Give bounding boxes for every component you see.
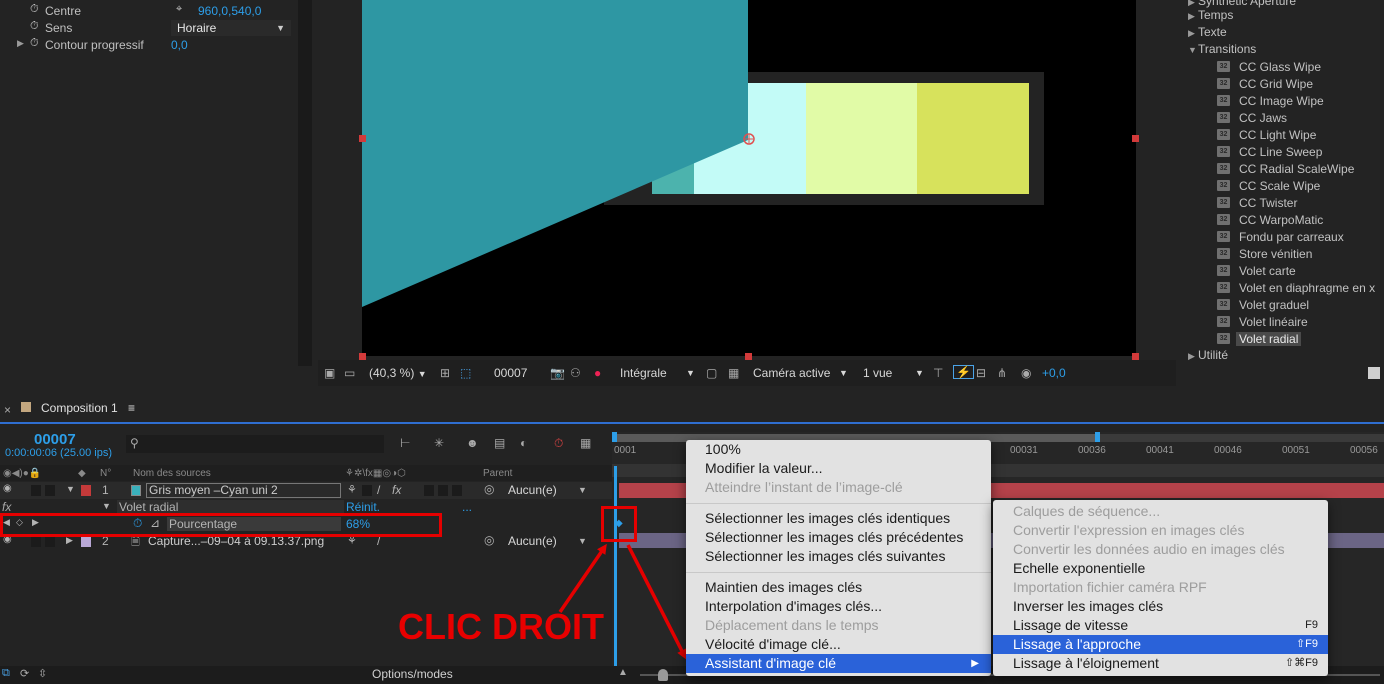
menu-item[interactable]: Maintien des images clés: [686, 578, 991, 597]
menu-item-label: Maintien des images clés: [705, 579, 863, 595]
zoom-slider-thumb[interactable]: [658, 669, 668, 681]
menu-item-label: Vélocité d'image clé...: [705, 636, 841, 652]
menu-item[interactable]: Sélectionner les images clés précédentes: [686, 528, 991, 547]
menu-item[interactable]: Sélectionner les images clés identiques: [686, 509, 991, 528]
arrow-to-keyframe: [558, 543, 607, 613]
menu-item[interactable]: Modifier la valeur...: [686, 459, 991, 478]
submenu-arrow-icon: ▶: [971, 658, 979, 669]
submenu-item-label: Calques de séquence...: [1013, 503, 1161, 519]
menu-item-label: Déplacement dans le temps: [705, 617, 879, 633]
submenu-item-label: Importation fichier caméra RPF: [1013, 579, 1207, 595]
in-out-icon[interactable]: ⇳: [38, 667, 47, 680]
submenu-item[interactable]: Inverser les images clés: [993, 597, 1328, 616]
submenu-item: Calques de séquence...: [993, 502, 1328, 521]
menu-item-label: Assistant d'image clé: [705, 655, 837, 671]
menu-item: Déplacement dans le temps: [686, 616, 991, 635]
menu-item-label: Atteindre l’instant de l’image-clé: [705, 479, 903, 495]
submenu-item-label: Convertir les données audio en images cl…: [1013, 541, 1285, 557]
menu-item: Atteindre l’instant de l’image-clé: [686, 478, 991, 497]
submenu-item: Convertir les données audio en images cl…: [993, 540, 1328, 559]
menu-item-label: Interpolation d'images clés...: [705, 598, 882, 614]
options-modes-toggle[interactable]: Options/modes: [372, 667, 453, 681]
submenu-item[interactable]: Echelle exponentielle: [993, 559, 1328, 578]
keyboard-shortcut: F9: [1305, 619, 1318, 631]
layer-switches-icon[interactable]: ⧉: [2, 667, 10, 680]
menu-item[interactable]: 100%: [686, 440, 991, 459]
zoom-out-icon[interactable]: ▲: [618, 667, 628, 678]
submenu-item: Convertir l'expression en images clés: [993, 521, 1328, 540]
submenu-item-label: Inverser les images clés: [1013, 598, 1164, 614]
menu-item-label: Modifier la valeur...: [705, 460, 823, 476]
submenu-item[interactable]: Lissage de vitesse F9: [993, 616, 1328, 635]
submenu-item[interactable]: Lissage à l'éloignement ⇧⌘F9: [993, 654, 1328, 673]
menu-item[interactable]: Vélocité d'image clé...: [686, 635, 991, 654]
menu-item-label: Sélectionner les images clés suivantes: [705, 548, 946, 564]
keyboard-shortcut: ⇧F9: [1295, 638, 1318, 650]
submenu-item-label: Lissage à l'éloignement: [1013, 655, 1159, 671]
annotation-label: CLIC DROIT: [398, 606, 604, 647]
keyboard-shortcut: ⇧⌘F9: [1284, 657, 1318, 669]
keyframe-assistant-submenu: Calques de séquence... Convertir l'expres…: [993, 500, 1328, 676]
menu-item[interactable]: Interpolation d'images clés...: [686, 597, 991, 616]
menu-item-label: 100%: [705, 441, 741, 457]
submenu-item[interactable]: Lissage à l'approche ⇧F9: [993, 635, 1328, 654]
submenu-item: Importation fichier caméra RPF: [993, 578, 1328, 597]
menu-item[interactable]: Sélectionner les images clés suivantes: [686, 547, 991, 566]
transfer-controls-icon[interactable]: ⟳: [20, 667, 29, 680]
submenu-item-label: Convertir l'expression en images clés: [1013, 522, 1245, 538]
context-menu: 100% Modifier la valeur... Atteindre l’ins…: [686, 440, 991, 676]
menu-item-label: Sélectionner les images clés précédentes: [705, 529, 964, 545]
menu-separator: [686, 503, 991, 504]
arrow-to-menu: [626, 544, 687, 660]
submenu-item-label: Echelle exponentielle: [1013, 560, 1146, 576]
submenu-item-label: Lissage de vitesse: [1013, 617, 1129, 633]
submenu-item-label: Lissage à l'approche: [1013, 636, 1141, 652]
menu-separator: [686, 572, 991, 573]
menu-item-label: Sélectionner les images clés identiques: [705, 510, 951, 526]
menu-item[interactable]: Assistant d'image clé ▶: [686, 654, 991, 673]
